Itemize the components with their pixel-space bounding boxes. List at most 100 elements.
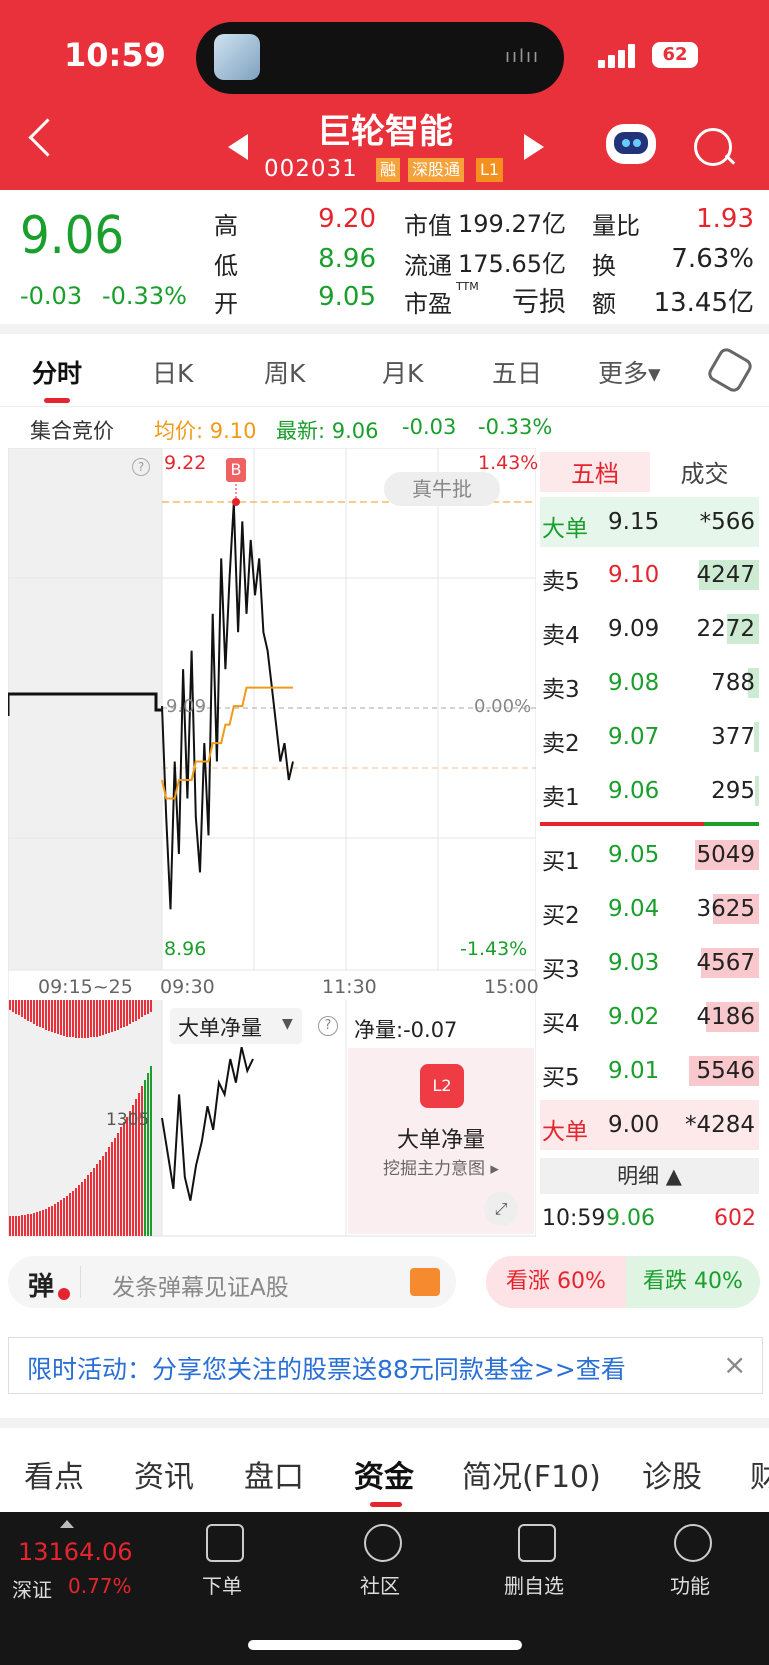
auction-bottom-bar <box>108 1147 110 1236</box>
auction-bottom-bar <box>15 1216 17 1236</box>
l2-promo-panel[interactable]: L2 大单净量 挖掘主力意图 ▸ ⤢ <box>348 1048 534 1234</box>
tab-news[interactable]: 资讯 <box>134 1452 194 1496</box>
promo-text: 限时活动：分享您关注的股票送88元同款基金>>查看 <box>27 1355 626 1384</box>
bid-row[interactable]: 买5 9.01 5546 <box>540 1046 759 1096</box>
open-value: 9.05 <box>318 282 376 312</box>
turnover-label: 换 <box>592 252 616 280</box>
auction-top-bar <box>108 1000 110 1033</box>
gift-icon[interactable] <box>410 1268 440 1296</box>
detail-toggle[interactable]: 明细 ▲ <box>540 1158 759 1194</box>
bullish-button[interactable]: 看涨 60% <box>486 1256 626 1308</box>
ask-volume: 4247 <box>696 562 755 588</box>
ask-row[interactable]: 卖4 9.09 2272 <box>540 604 759 654</box>
bull-badge-button[interactable]: 真牛批 <box>384 472 500 506</box>
bid-volume: 5049 <box>696 842 755 868</box>
back-arrow-icon[interactable] <box>28 118 67 157</box>
tab-order-book[interactable]: 盘口 <box>244 1452 304 1496</box>
auction-bottom-bar <box>57 1202 59 1236</box>
ask-price: 9.07 <box>608 724 660 750</box>
auction-bottom-bar <box>54 1204 56 1236</box>
bid-label: 买2 <box>542 903 580 929</box>
ask-row[interactable]: 卖5 9.10 4247 <box>540 550 759 600</box>
net-value: 净量:-0.07 <box>354 1018 458 1042</box>
auction-top-bar <box>45 1000 47 1030</box>
auction-bottom-bar <box>114 1138 116 1236</box>
ask-volume: 295 <box>711 778 755 804</box>
auction-top-bar <box>72 1000 74 1037</box>
auction-bottom-bar <box>48 1207 50 1236</box>
toolbar-functions-label: 功能 <box>670 1574 710 1598</box>
tab-funds[interactable]: 资金 <box>354 1452 414 1496</box>
auction-top-bar <box>105 1000 107 1034</box>
auction-bottom-bar <box>90 1172 92 1236</box>
battery-icon: 62 <box>652 42 698 68</box>
buy-marker-badge[interactable]: B <box>226 458 246 482</box>
bid-row[interactable]: 买3 9.03 4567 <box>540 938 759 988</box>
danmu-check-icon <box>58 1288 70 1300</box>
bid-volume: 4186 <box>696 1004 755 1030</box>
help-icon[interactable]: ? <box>132 458 150 476</box>
ask-row[interactable]: 卖3 9.08 788 <box>540 658 759 708</box>
bid-volume: 4567 <box>696 950 755 976</box>
status-time: 10:59 <box>64 36 166 74</box>
indicator-select-label: 大单净量 <box>178 1016 262 1040</box>
y-top-label: 9.22 <box>164 452 207 474</box>
tab-daily-k[interactable]: 日K <box>152 354 193 390</box>
tab-intraday[interactable]: 分时 <box>32 354 82 390</box>
bid-price: 9.04 <box>608 896 660 922</box>
search-icon[interactable] <box>694 128 732 166</box>
help-icon[interactable]: ? <box>318 1016 338 1036</box>
assistant-robot-icon[interactable] <box>606 124 656 164</box>
index-value[interactable]: 13164.06 <box>18 1538 133 1566</box>
promo-banner[interactable]: 限时活动：分享您关注的股票送88元同款基金>>查看 × <box>8 1337 763 1394</box>
tab-five-day[interactable]: 五日 <box>492 354 542 390</box>
ask-label: 卖3 <box>542 677 580 703</box>
expand-icon[interactable]: ⤢ <box>484 1192 518 1226</box>
tab-diagnosis[interactable]: 诊股 <box>642 1452 702 1496</box>
tab-trades[interactable]: 成交 <box>650 452 759 496</box>
ask-row[interactable]: 卖1 9.06 295 <box>540 766 759 816</box>
tab-five-levels[interactable]: 五档 <box>540 452 650 496</box>
next-stock-icon[interactable] <box>524 134 544 160</box>
tab-highlights[interactable]: 看点 <box>24 1452 84 1496</box>
auction-top-bar <box>36 1000 38 1026</box>
auction-bottom-bar <box>105 1152 107 1236</box>
auction-bottom-bar <box>21 1215 23 1236</box>
tab-profile[interactable]: 简况(F10) <box>462 1452 601 1496</box>
auction-top-bar <box>81 1000 83 1038</box>
danmu-icon: 弹 <box>28 1272 55 1302</box>
bid-label: 买3 <box>542 957 580 983</box>
settings-hex-icon[interactable] <box>705 345 755 395</box>
expand-up-icon[interactable] <box>60 1520 74 1528</box>
ask-volume-bar <box>755 776 759 806</box>
auction-label: 集合竞价 <box>30 419 114 443</box>
auction-bottom-bar <box>51 1206 53 1236</box>
chevron-down-icon: ▼ <box>282 1016 293 1032</box>
ask-row[interactable]: 卖2 9.07 377 <box>540 712 759 762</box>
bearish-button[interactable]: 看跌 40% <box>626 1256 760 1308</box>
bid-ask-ratio-bar-sell <box>704 822 759 826</box>
bid-row[interactable]: 买1 9.05 5049 <box>540 830 759 880</box>
bid-price: 9.05 <box>608 842 660 868</box>
toolbar-remove-watch-label: 删自选 <box>504 1574 564 1598</box>
tab-more[interactable]: 更多▾ <box>598 354 661 390</box>
danmu-input[interactable]: 发条弹幕见证A股 <box>112 1268 289 1302</box>
prev-stock-icon[interactable] <box>228 134 248 160</box>
auction-top-bar <box>141 1000 143 1017</box>
tab-finance[interactable]: 财 <box>750 1452 769 1496</box>
bid-row[interactable]: 买4 9.02 4186 <box>540 992 759 1042</box>
tab-monthly-k[interactable]: 月K <box>382 354 423 390</box>
danmu-bar[interactable]: 弹 发条弹幕见证A股 <box>8 1256 456 1308</box>
auction-bottom-bar <box>93 1168 95 1236</box>
high-label: 高 <box>214 212 238 240</box>
auction-bottom-bar <box>123 1122 125 1236</box>
indicator-select[interactable]: 大单净量 ▼ <box>170 1008 302 1044</box>
bid-price: 9.01 <box>608 1058 660 1084</box>
toolbar-community-label: 社区 <box>360 1574 400 1598</box>
close-icon[interactable]: × <box>723 1348 746 1381</box>
auction-top-bar <box>102 1000 104 1035</box>
bid-row[interactable]: 买2 9.04 3625 <box>540 884 759 934</box>
auction-top-bar <box>21 1000 23 1017</box>
auction-top-bar <box>15 1000 17 1014</box>
tab-weekly-k[interactable]: 周K <box>264 354 305 390</box>
